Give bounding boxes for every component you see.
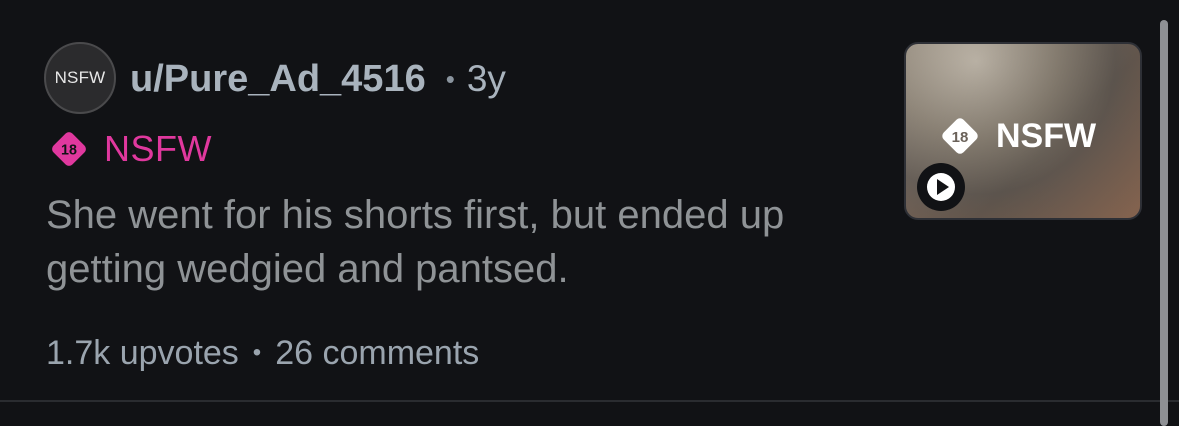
post-stats: 1.7k upvotes • 26 comments [46,330,479,376]
thumbnail-nsfw-badge: 18 NSFW [938,114,1096,158]
upvote-count: 1.7k upvotes [46,333,239,372]
post-card[interactable]: NSFW u/Pure_Ad_4516 • 3y 18 NSFW She wen… [0,0,1179,400]
post-meta: u/Pure_Ad_4516 • 3y [130,52,506,106]
avatar[interactable]: NSFW [44,42,116,114]
username-link[interactable]: u/Pure_Ad_4516 [130,58,426,101]
age-18-icon: 18 [942,118,978,154]
post-thumbnail[interactable]: 18 NSFW [904,42,1142,220]
age-18-text: 18 [61,143,77,159]
thumbnail-age-text: 18 [952,129,969,146]
play-icon[interactable] [916,162,966,212]
stats-separator: • [252,339,262,366]
meta-separator: • [445,63,455,94]
nsfw-label: NSFW [104,128,212,169]
nsfw-tag: 18 NSFW [48,128,212,170]
post-age: 3y [466,58,506,99]
avatar-label: NSFW [54,68,106,87]
scrollbar[interactable] [1160,20,1168,426]
post-divider [0,400,1179,402]
comment-count[interactable]: 26 comments [275,334,479,373]
age-18-icon: 18 [52,132,86,166]
thumbnail-nsfw-label: NSFW [996,116,1097,155]
post-title[interactable]: She went for his shorts first, but ended… [46,188,876,296]
